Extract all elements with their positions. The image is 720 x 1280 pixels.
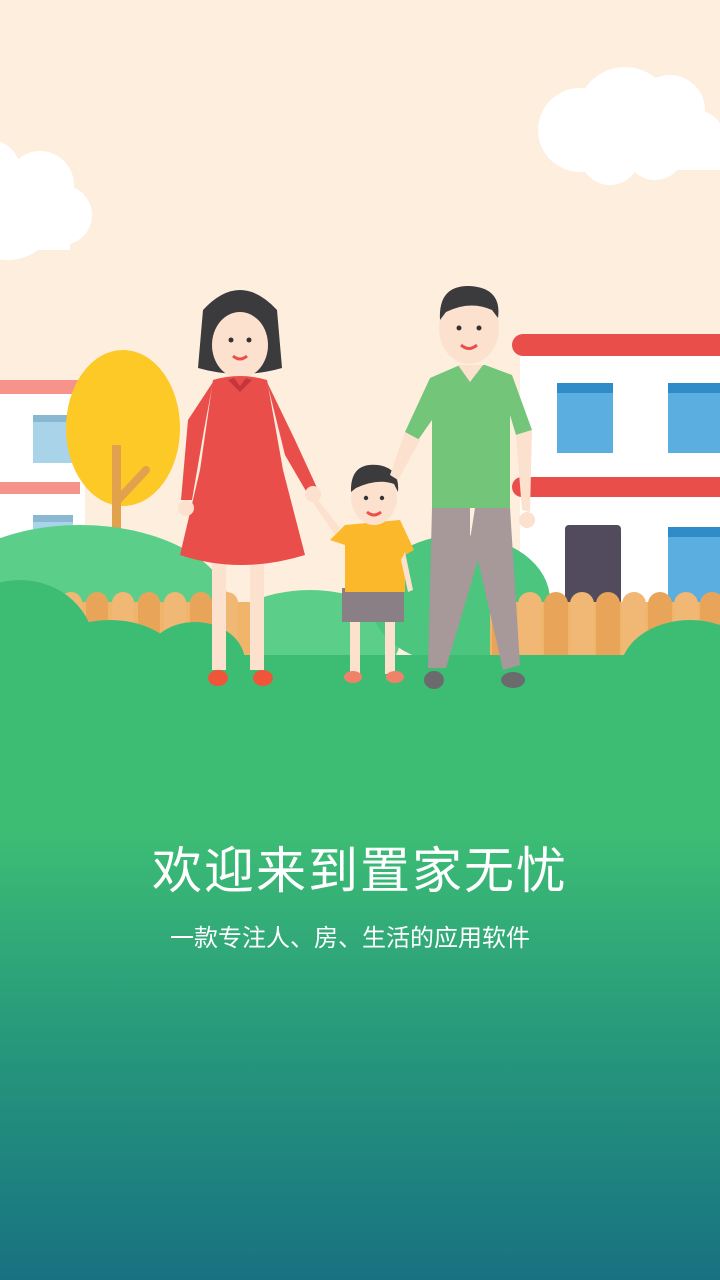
welcome-title: 欢迎来到置家无忧	[152, 842, 568, 900]
splash-screen: 欢迎来到置家无忧 一款专注人、房、生活的应用软件	[0, 0, 720, 1280]
grass-ground	[0, 655, 720, 1280]
family-house-illustration	[0, 0, 720, 1280]
welcome-subtitle: 一款专注人、房、生活的应用软件	[170, 924, 530, 952]
